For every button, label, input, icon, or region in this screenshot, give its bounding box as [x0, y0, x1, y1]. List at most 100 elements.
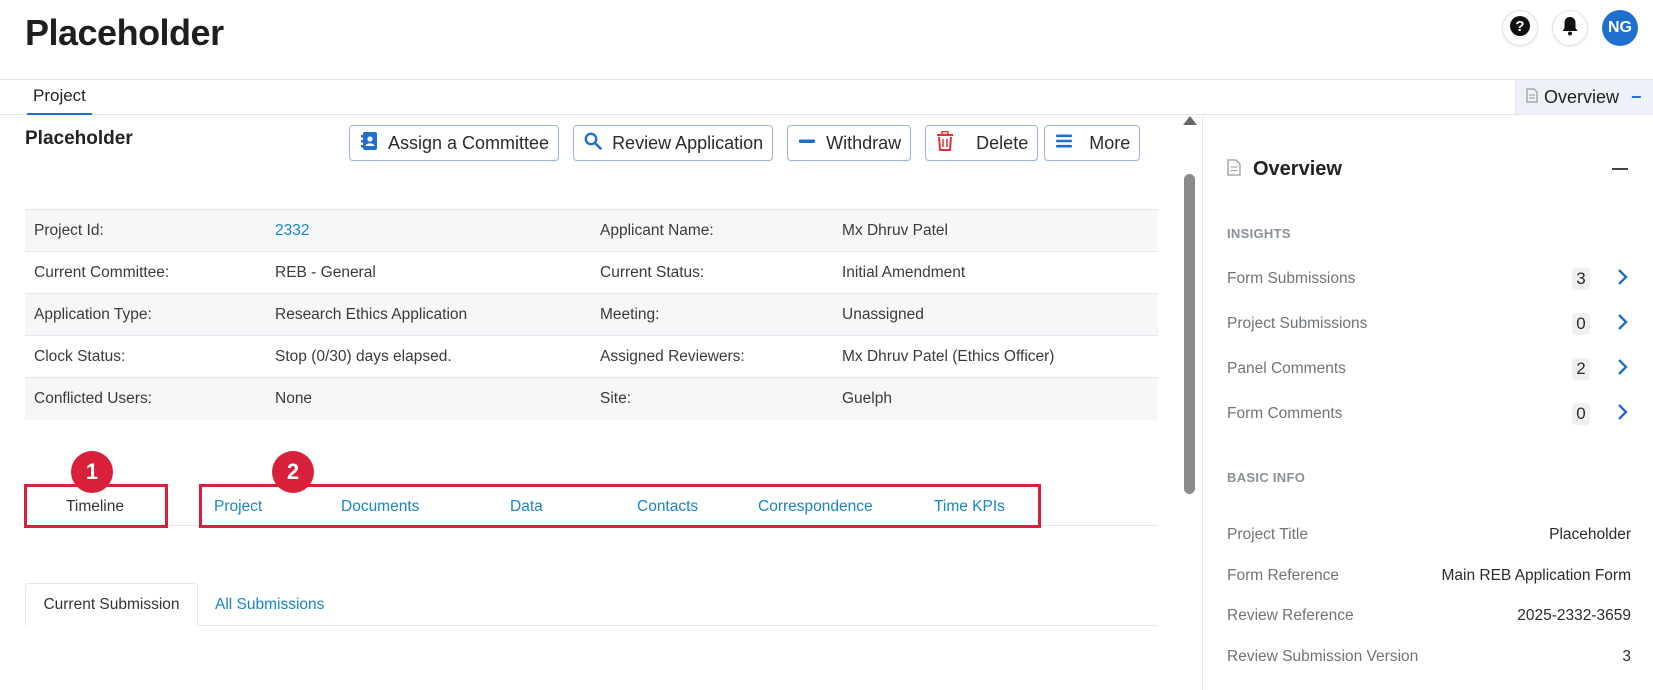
- project-id-link[interactable]: 2332: [266, 209, 591, 252]
- collapse-sidebar-button[interactable]: [1612, 168, 1628, 170]
- review-application-button[interactable]: Review Application: [573, 125, 774, 161]
- field-value: Research Ethics Application: [266, 293, 591, 336]
- table-row: Current Committee: REB - General Current…: [25, 251, 1158, 294]
- field-label: Project Id:: [25, 209, 266, 252]
- document-icon: [1227, 158, 1241, 181]
- help-button[interactable]: ?: [1502, 10, 1538, 46]
- field-label: Assigned Reviewers:: [591, 335, 833, 378]
- delete-button[interactable]: Delete: [925, 125, 1039, 161]
- top-bar: Placeholder ? NG: [0, 0, 1653, 80]
- table-row: Conflicted Users: None Site: Guelph: [25, 377, 1158, 420]
- field-label: Conflicted Users:: [25, 377, 266, 420]
- chevron-right-icon[interactable]: [1617, 357, 1629, 382]
- basic-info-label: Project Title: [1227, 526, 1308, 543]
- field-value: REB - General: [266, 251, 591, 294]
- menu-icon: [1055, 133, 1073, 154]
- insight-label: Form Submissions: [1227, 270, 1356, 287]
- table-row: Project Id: 2332 Applicant Name: Mx Dhru…: [25, 209, 1158, 252]
- delete-label: Delete: [976, 132, 1029, 153]
- svg-text:?: ?: [1515, 18, 1524, 35]
- project-title: Placeholder: [25, 128, 133, 149]
- field-label: Meeting:: [591, 293, 833, 336]
- app-title: Placeholder: [25, 12, 224, 53]
- search-icon: [584, 132, 602, 155]
- overview-header: Overview: [1227, 158, 1342, 181]
- chevron-right-icon[interactable]: [1617, 312, 1629, 337]
- review-application-label: Review Application: [612, 132, 764, 153]
- insight-count: 3: [1572, 268, 1590, 290]
- top-icons: ? NG: [1502, 10, 1638, 46]
- more-button[interactable]: More: [1044, 125, 1141, 161]
- insight-label: Form Comments: [1227, 405, 1343, 422]
- table-row: Application Type: Research Ethics Applic…: [25, 293, 1158, 336]
- field-value: Mx Dhruv Patel (Ethics Officer): [833, 335, 1158, 378]
- trash-icon: [936, 130, 954, 156]
- question-icon: ?: [1509, 15, 1531, 42]
- document-icon: [1526, 87, 1538, 108]
- field-label: Current Committee:: [25, 251, 266, 294]
- basic-info-row: Project Title Placeholder: [1227, 526, 1631, 544]
- insight-count: 0: [1572, 313, 1590, 335]
- basic-info-value: Placeholder: [1549, 526, 1631, 543]
- field-label: Applicant Name:: [591, 209, 833, 252]
- overview-sidebar: Overview INSIGHTS Form Submissions 3 Pro…: [1202, 116, 1653, 690]
- field-value: Mx Dhruv Patel: [833, 209, 1158, 252]
- assign-committee-label: Assign a Committee: [388, 132, 550, 153]
- table-row: Clock Status: Stop (0/30) days elapsed. …: [25, 335, 1158, 378]
- basic-info-label: Review Submission Version: [1227, 648, 1419, 665]
- tab-current-submission[interactable]: Current Submission: [25, 583, 198, 626]
- insight-label: Project Submissions: [1227, 315, 1368, 332]
- insight-row[interactable]: Form Submissions 3: [1227, 267, 1631, 291]
- withdraw-button[interactable]: Withdraw: [787, 125, 912, 161]
- avatar[interactable]: NG: [1602, 10, 1638, 46]
- committee-icon: [360, 131, 378, 156]
- project-info-table: Project Id: 2332 Applicant Name: Mx Dhru…: [25, 209, 1158, 420]
- annotation-box-2: [199, 484, 1041, 528]
- insight-count: 0: [1572, 403, 1590, 425]
- chevron-right-icon[interactable]: [1617, 267, 1629, 292]
- basic-info-label: Form Reference: [1227, 567, 1339, 584]
- insight-row[interactable]: Panel Comments 2: [1227, 357, 1631, 381]
- notifications-button[interactable]: [1552, 10, 1588, 46]
- annotation-badge-2: 2: [272, 451, 314, 493]
- insight-row[interactable]: Form Comments 0: [1227, 402, 1631, 426]
- field-value: Unassigned: [833, 293, 1158, 336]
- basic-info-label: Review Reference: [1227, 607, 1354, 624]
- basic-info-label: BASIC INFO: [1227, 470, 1306, 485]
- chevron-right-icon[interactable]: [1617, 402, 1629, 427]
- insight-label: Panel Comments: [1227, 360, 1346, 377]
- overview-title: Overview: [1253, 158, 1342, 180]
- scrollbar-thumb[interactable]: [1184, 174, 1195, 494]
- action-bar: Assign a Committee Review Application Wi…: [349, 125, 1141, 161]
- overview-toggle[interactable]: Overview −: [1515, 80, 1653, 114]
- bell-icon: [1561, 16, 1579, 41]
- collapse-icon: −: [1631, 86, 1642, 107]
- tab-all-submissions[interactable]: All Submissions: [215, 596, 324, 614]
- field-label: Clock Status:: [25, 335, 266, 378]
- assign-committee-button[interactable]: Assign a Committee: [349, 125, 560, 161]
- minus-icon: [798, 132, 816, 155]
- main-content: Placeholder Assign a Committee Review Ap…: [0, 116, 1197, 690]
- basic-info-value: Main REB Application Form: [1441, 567, 1631, 584]
- annotation-badge-1: 1: [71, 451, 113, 493]
- basic-info-row: Review Reference 2025-2332-3659: [1227, 607, 1631, 625]
- more-label: More: [1089, 132, 1131, 153]
- insight-count: 2: [1572, 358, 1590, 380]
- field-value: Stop (0/30) days elapsed.: [266, 335, 591, 378]
- field-value: Guelph: [833, 377, 1158, 420]
- field-label: Application Type:: [25, 293, 266, 336]
- insight-row[interactable]: Project Submissions 0: [1227, 312, 1631, 336]
- field-label: Site:: [591, 377, 833, 420]
- tab-project[interactable]: Project: [27, 86, 92, 115]
- sub-nav: Project Overview −: [0, 80, 1653, 115]
- field-label: Current Status:: [591, 251, 833, 294]
- basic-info-value: 2025-2332-3659: [1517, 607, 1631, 624]
- basic-info-row: Form Reference Main REB Application Form: [1227, 567, 1631, 585]
- scroll-up-arrow-icon[interactable]: [1183, 116, 1197, 125]
- overview-toggle-label: Overview: [1544, 86, 1620, 107]
- field-value: None: [266, 377, 591, 420]
- basic-info-value: 3: [1622, 648, 1631, 665]
- withdraw-label: Withdraw: [826, 132, 902, 153]
- basic-info-row: Review Submission Version 3: [1227, 648, 1631, 666]
- field-value: Initial Amendment: [833, 251, 1158, 294]
